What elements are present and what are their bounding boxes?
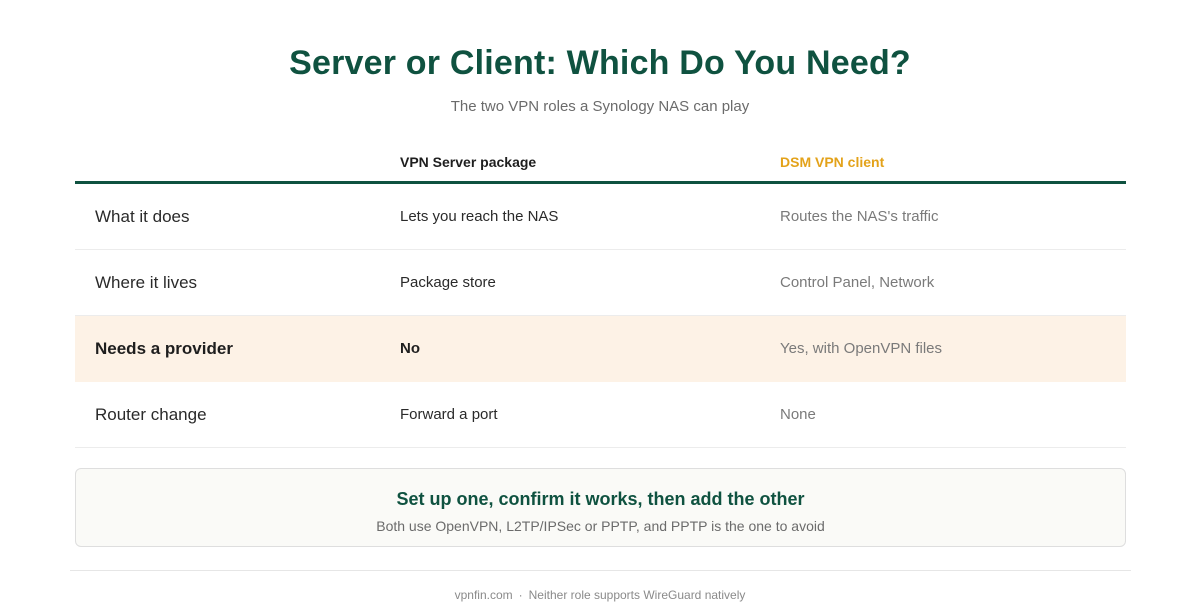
table-row: Where it lives Package store Control Pan… [75, 250, 1126, 316]
row-label: Router change [95, 405, 207, 424]
server-cell: Lets you reach the NAS [400, 208, 559, 225]
server-cell: Forward a port [400, 406, 498, 423]
footer-site-link[interactable]: vpnfin.com [455, 588, 513, 602]
row-label: Where it lives [95, 273, 198, 292]
client-cell: Yes, with OpenVPN files [780, 340, 943, 357]
table-row-highlighted: Needs a provider No Yes, with OpenVPN fi… [75, 316, 1126, 382]
footer-note: Neither role supports WireGuard natively [528, 588, 746, 602]
tip-callout: Set up one, confirm it works, then add t… [75, 468, 1126, 547]
client-cell: None [780, 406, 816, 423]
table-row: Router change Forward a port None [75, 382, 1126, 448]
callout-text: Both use OpenVPN, L2TP/IPSec or PPTP, an… [376, 518, 825, 534]
page-title: Server or Client: Which Do You Need? [289, 44, 911, 82]
comparison-table: VPN Server package DSM VPN client What i… [75, 140, 1126, 448]
footer-divider [70, 570, 1131, 571]
callout-title: Set up one, confirm it works, then add t… [396, 489, 805, 509]
table-header: VPN Server package DSM VPN client [75, 140, 1126, 184]
server-cell: Package store [400, 274, 496, 291]
server-cell: No [400, 340, 420, 357]
page-subtitle: The two VPN roles a Synology NAS can pla… [450, 98, 750, 115]
column-header-client: DSM VPN client [780, 154, 885, 170]
client-cell: Control Panel, Network [780, 274, 935, 291]
row-label: What it does [95, 207, 190, 226]
footer: vpnfin.com · Neither role supports WireGua… [0, 588, 1200, 602]
row-label: Needs a provider [95, 339, 233, 358]
table-row: What it does Lets you reach the NAS Rout… [75, 184, 1126, 250]
footer-separator: · [518, 588, 523, 602]
column-header-server: VPN Server package [400, 154, 537, 170]
client-cell: Routes the NAS's traffic [780, 208, 939, 225]
